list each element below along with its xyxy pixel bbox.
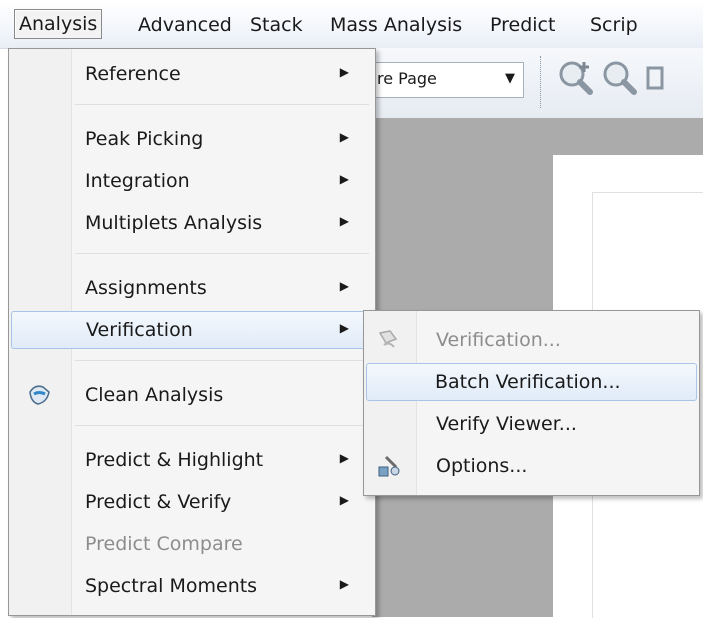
menu-script[interactable]: Scrip [586, 10, 642, 40]
menu-item-predict-highlight[interactable]: Predict & Highlight ▶ [11, 441, 373, 479]
options-icon [378, 455, 400, 477]
menu-item-options[interactable]: Options... [366, 447, 697, 485]
menu-separator [75, 360, 369, 361]
menu-stack[interactable]: Stack [246, 10, 307, 40]
menu-item-verification-dialog: Verification... [366, 321, 697, 359]
submenu-arrow-icon: ▶ [339, 577, 349, 591]
zoom-fit-icon[interactable] [644, 58, 664, 98]
menu-item-label: Predict & Verify [85, 491, 232, 513]
menu-item-label: Peak Picking [85, 128, 204, 150]
broom-icon [29, 385, 50, 405]
menu-item-label: Reference [85, 63, 181, 85]
menu-separator [75, 104, 369, 105]
menu-item-label: Spectral Moments [85, 575, 258, 597]
zoom-select-value: re Page [377, 69, 437, 88]
submenu-arrow-icon: ▶ [339, 279, 349, 293]
menu-item-label: Integration [85, 170, 190, 192]
menu-item-label: Assignments [85, 277, 207, 299]
menu-item-label: Verification [86, 319, 193, 341]
chevron-down-icon: ▼ [505, 71, 515, 86]
menu-analysis[interactable]: Analysis [14, 9, 103, 39]
verification-icon [378, 330, 398, 348]
submenu-arrow-icon: ▶ [339, 172, 349, 186]
menu-item-label: Predict Compare [85, 533, 243, 555]
submenu-arrow-icon: ▶ [339, 65, 349, 79]
menu-item-predict-verify[interactable]: Predict & Verify ▶ [11, 483, 373, 521]
menu-separator [75, 253, 369, 254]
menu-separator [75, 425, 369, 426]
menu-advanced[interactable]: Advanced [134, 10, 236, 40]
menu-item-label: Options... [436, 455, 528, 477]
toolbar-separator [540, 56, 541, 108]
menu-item-multiplets-analysis[interactable]: Multiplets Analysis ▶ [11, 204, 373, 242]
menu-item-verification[interactable]: Verification ▶ [11, 311, 373, 349]
menu-item-reference[interactable]: Reference ▶ [11, 55, 373, 93]
submenu-arrow-icon: ▶ [339, 451, 349, 465]
menu-item-label: Multiplets Analysis [85, 212, 263, 234]
menu-item-spectral-moments[interactable]: Spectral Moments ▶ [11, 567, 373, 605]
menu-mass-analysis[interactable]: Mass Analysis [326, 10, 466, 40]
menu-item-peak-picking[interactable]: Peak Picking ▶ [11, 120, 373, 158]
verification-submenu: Verification... Batch Verification... Ve… [363, 310, 700, 496]
menu-item-clean-analysis[interactable]: Clean Analysis [11, 376, 373, 414]
menu-bar: Analysis Advanced Stack Mass Analysis Pr… [0, 0, 703, 49]
menu-item-label: Verify Viewer... [436, 413, 577, 435]
zoom-out-icon[interactable] [600, 58, 640, 98]
menu-predict[interactable]: Predict [486, 10, 559, 40]
menu-item-predict-compare: Predict Compare [11, 525, 373, 563]
submenu-arrow-icon: ▶ [339, 493, 349, 507]
menu-item-label: Batch Verification... [435, 371, 621, 393]
submenu-arrow-icon: ▶ [339, 321, 349, 335]
menu-item-label: Verification... [436, 329, 561, 351]
menu-item-label: Predict & Highlight [85, 449, 264, 471]
analysis-menu: Reference ▶ Peak Picking ▶ Integration ▶… [8, 48, 376, 616]
menu-item-assignments[interactable]: Assignments ▶ [11, 269, 373, 307]
zoom-select[interactable]: re Page ▼ [372, 62, 524, 98]
menu-item-label: Clean Analysis [85, 384, 224, 406]
menu-item-batch-verification[interactable]: Batch Verification... [366, 363, 697, 401]
submenu-arrow-icon: ▶ [339, 130, 349, 144]
zoom-in-icon[interactable] [556, 58, 596, 98]
menu-item-verify-viewer[interactable]: Verify Viewer... [366, 405, 697, 443]
submenu-arrow-icon: ▶ [339, 214, 349, 228]
menu-item-integration[interactable]: Integration ▶ [11, 162, 373, 200]
